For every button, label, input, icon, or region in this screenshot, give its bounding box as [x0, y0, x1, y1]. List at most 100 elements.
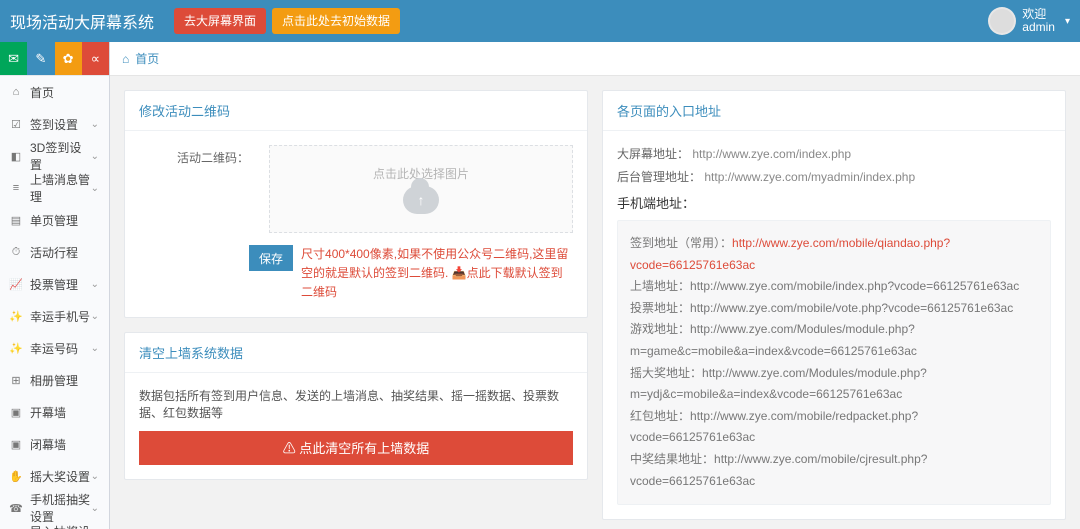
- reset-data-button[interactable]: 点击此处去初始数据: [272, 8, 400, 34]
- menu-icon: ✋: [8, 470, 24, 483]
- sidebar-item-5[interactable]: ⏱ 活动行程: [0, 236, 109, 268]
- cloud-upload-icon: [403, 186, 439, 214]
- save-button[interactable]: 保存: [249, 245, 293, 271]
- content-area: ⌂ 首页 修改活动二维码 活动二维码： 点击此处选择图片: [110, 42, 1080, 529]
- sidebar-item-label: 闭幕墙: [30, 436, 99, 453]
- sidebar-item-9[interactable]: ⊞ 相册管理: [0, 364, 109, 396]
- menu-icon: ✨: [8, 342, 24, 355]
- pencil-icon: ✎: [35, 51, 46, 67]
- breadcrumb: ⌂ 首页: [110, 42, 1080, 76]
- mobile-url-box: 签到地址（常用）：http://www.zye.com/mobile/qiand…: [617, 220, 1051, 505]
- sidebar-item-label: 相册管理: [30, 372, 99, 389]
- upload-area[interactable]: 点击此处选择图片: [269, 145, 573, 233]
- url-line: 红包地址：http://www.zye.com/mobile/redpacket…: [630, 406, 1038, 449]
- chevron-down-icon: ⌄: [91, 311, 99, 322]
- sidebar-item-3[interactable]: ≡ 上墙消息管理⌄: [0, 172, 109, 204]
- sidebar-item-label: 幸运号码: [30, 340, 91, 357]
- home-icon: ⌂: [122, 52, 129, 66]
- menu-icon: ▤: [8, 214, 24, 227]
- chevron-down-icon: ⌄: [91, 183, 99, 194]
- sidebar-item-8[interactable]: ✨ 幸运号码⌄: [0, 332, 109, 364]
- menu-icon: ▣: [8, 406, 24, 419]
- url-line: 摇大奖地址：http://www.zye.com/Modules/module.…: [630, 363, 1038, 406]
- chevron-down-icon: ⌄: [91, 471, 99, 482]
- sidebar-item-6[interactable]: 📈 投票管理⌄: [0, 268, 109, 300]
- url-line: 上墙地址：http://www.zye.com/mobile/index.php…: [630, 276, 1038, 298]
- sidebar-item-label: 首页: [30, 84, 99, 101]
- menu-icon: ⊞: [8, 374, 24, 387]
- menu-icon: ⌂: [8, 86, 24, 98]
- url-line: 游戏地址：http://www.zye.com/Modules/module.p…: [630, 319, 1038, 362]
- chevron-down-icon: ⌄: [91, 151, 99, 162]
- share-icon: ∝: [91, 51, 100, 67]
- sidebar-item-7[interactable]: ✨ 幸运手机号⌄: [0, 300, 109, 332]
- url-line: 投票地址：http://www.zye.com/mobile/vote.php?…: [630, 298, 1038, 320]
- sidebar-item-label: 导入抽奖设置: [30, 523, 91, 529]
- chevron-down-icon: ⌄: [91, 503, 99, 514]
- topbar: 现场活动大屏幕系统 去大屏幕界面 点击此处去初始数据 欢迎 admin ▾: [0, 0, 1080, 42]
- qr-panel: 修改活动二维码 活动二维码： 点击此处选择图片 保存 尺: [124, 90, 588, 318]
- sidebar-item-label: 3D签到设置: [30, 139, 91, 173]
- bigscreen-url-link[interactable]: http://www.zye.com/index.php: [692, 147, 851, 161]
- menu-icon: ✨: [8, 310, 24, 323]
- sidebar-item-label: 单页管理: [30, 212, 99, 229]
- chevron-down-icon: ⌄: [91, 279, 99, 290]
- thumb-icon: ✿: [63, 51, 74, 67]
- avatar: [988, 7, 1016, 35]
- sidebar-item-14[interactable]: ⤵导入抽奖设置⌄: [0, 524, 109, 529]
- menu-icon: ☑: [8, 118, 24, 131]
- sidebar-item-label: 幸运手机号: [30, 308, 91, 325]
- quick-buttons: ✉ ✎ ✿ ∝: [0, 42, 109, 76]
- clear-data-panel: 清空上墙系统数据 数据包括所有签到用户信息、发送的上墙消息、抽奖结果、摇一摇数据…: [124, 332, 588, 480]
- url-line: 签到地址（常用）：http://www.zye.com/mobile/qiand…: [630, 233, 1038, 276]
- breadcrumb-home[interactable]: 首页: [135, 50, 159, 67]
- panel-title: 清空上墙系统数据: [125, 333, 587, 373]
- url-line: 中奖结果地址：http://www.zye.com/mobile/cjresul…: [630, 449, 1038, 492]
- user-text: 欢迎 admin: [1022, 8, 1055, 34]
- sidebar-item-1[interactable]: ☑ 签到设置⌄: [0, 108, 109, 140]
- sidebar-item-2[interactable]: ◧ 3D签到设置⌄: [0, 140, 109, 172]
- admin-url-link[interactable]: http://www.zye.com/myadmin/index.php: [704, 170, 915, 184]
- menu-icon: ⏱: [8, 246, 24, 259]
- sidebar-item-13[interactable]: ☎ 手机摇抽奖设置⌄: [0, 492, 109, 524]
- quick-star-button[interactable]: ✿: [55, 42, 82, 75]
- qr-label: 活动二维码：: [139, 145, 249, 233]
- sidebar-item-label: 投票管理: [30, 276, 91, 293]
- sidebar-item-label: 摇大奖设置: [30, 468, 91, 485]
- urls-panel: 各页面的入口地址 大屏幕地址： http://www.zye.com/index…: [602, 90, 1066, 520]
- app-logo: 现场活动大屏幕系统: [10, 9, 168, 33]
- menu-icon: ◧: [8, 150, 24, 163]
- quick-wechat-button[interactable]: ✉: [0, 42, 27, 75]
- chevron-down-icon: ⌄: [91, 119, 99, 130]
- sidebar-item-label: 手机摇抽奖设置: [30, 491, 91, 525]
- chevron-down-icon: ⌄: [91, 343, 99, 354]
- user-menu[interactable]: 欢迎 admin ▾: [988, 7, 1070, 35]
- panel-title: 各页面的入口地址: [603, 91, 1065, 131]
- quick-edit-button[interactable]: ✎: [27, 42, 54, 75]
- sidebar-item-0[interactable]: ⌂ 首页: [0, 76, 109, 108]
- goto-bigscreen-button[interactable]: 去大屏幕界面: [174, 8, 266, 34]
- sidebar-item-label: 上墙消息管理: [30, 171, 91, 205]
- clear-description: 数据包括所有签到用户信息、发送的上墙消息、抽奖结果、摇一摇数据、投票数据、红包数…: [139, 387, 573, 421]
- bigscreen-url-line: 大屏幕地址： http://www.zye.com/index.php: [617, 145, 1051, 162]
- sidebar-item-label: 活动行程: [30, 244, 99, 261]
- menu-icon: ☎: [8, 502, 24, 515]
- sidebar-item-10[interactable]: ▣ 开幕墙: [0, 396, 109, 428]
- sidebar-item-11[interactable]: ▣ 闭幕墙: [0, 428, 109, 460]
- admin-url-line: 后台管理地址： http://www.zye.com/myadmin/index…: [617, 168, 1051, 185]
- sidebar-item-4[interactable]: ▤ 单页管理: [0, 204, 109, 236]
- sidebar-item-12[interactable]: ✋ 摇大奖设置⌄: [0, 460, 109, 492]
- sidebar: ✉ ✎ ✿ ∝ ⌂首页☑签到设置⌄◧3D签到设置⌄≡上墙消息管理⌄▤单页管理⏱活…: [0, 42, 110, 529]
- mobile-header: 手机端地址：: [617, 193, 1051, 212]
- sidebar-item-label: 签到设置: [30, 116, 91, 133]
- qr-note: 尺寸400*400像素,如果不使用公众号二维码,这里留空的就是默认的签到二维码.…: [301, 245, 573, 303]
- panel-title: 修改活动二维码: [125, 91, 587, 131]
- wechat-icon: ✉: [8, 51, 19, 67]
- menu-icon: 📈: [8, 278, 24, 291]
- menu-icon: ▣: [8, 438, 24, 451]
- menu-icon: ≡: [8, 182, 24, 194]
- sidebar-item-label: 开幕墙: [30, 404, 99, 421]
- clear-all-button[interactable]: ⚠ 点此清空所有上墙数据: [139, 431, 573, 465]
- chevron-down-icon: ▾: [1065, 16, 1070, 27]
- quick-share-button[interactable]: ∝: [82, 42, 109, 75]
